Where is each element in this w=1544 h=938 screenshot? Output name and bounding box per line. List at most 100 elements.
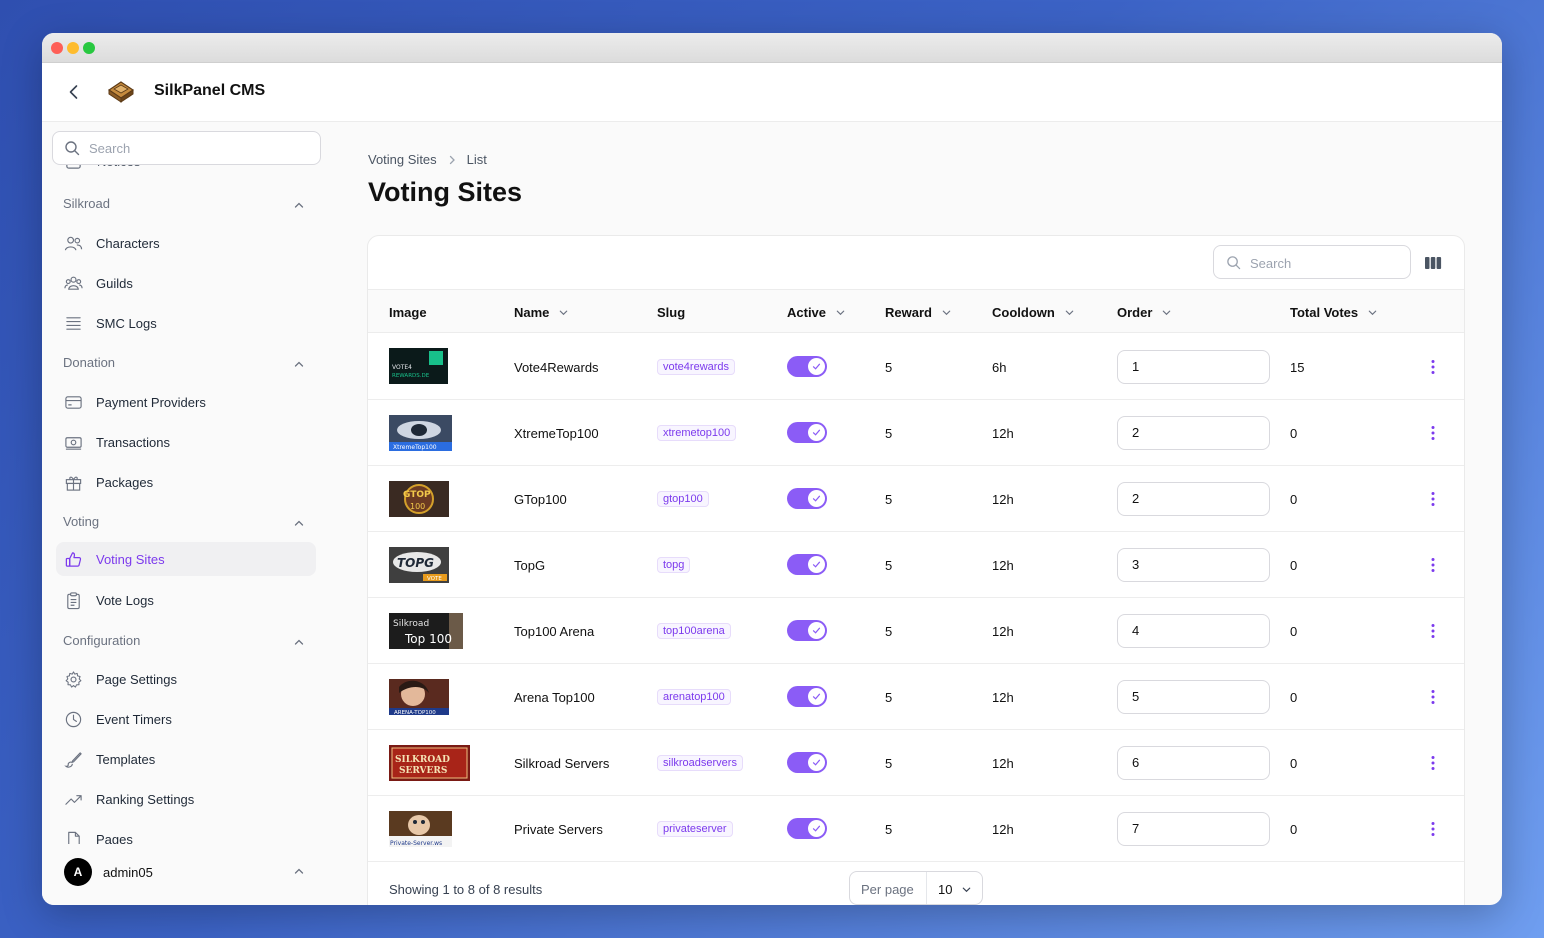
chevron-up-icon[interactable] — [293, 517, 305, 529]
order-input[interactable]: 3 — [1117, 548, 1270, 582]
per-page-select[interactable]: Per page 10 — [849, 871, 983, 905]
table-row: VOTE4 REWARDS.DE Vote4Rewards vote4rewar… — [368, 334, 1464, 400]
maximize-window-button[interactable] — [83, 42, 95, 54]
sidebar-item-smc-logs[interactable]: SMC Logs — [56, 306, 316, 340]
sidebar-item-guilds[interactable]: Guilds — [56, 266, 316, 300]
table-row: Silkroad Top 100 Top100 Arena top100aren… — [368, 598, 1464, 664]
site-slug-badge: arenatop100 — [657, 689, 731, 705]
table-row: ARENA-TOP100 Arena Top100 arenatop100 5 … — [368, 664, 1464, 730]
table-header: Image Name Slug Active Reward Cooldown O… — [368, 289, 1464, 333]
total-votes-value: 0 — [1290, 690, 1298, 705]
check-icon — [812, 825, 821, 832]
check-icon — [812, 429, 821, 436]
table-row: GTOP 100 GTop100 gtop100 5 12h 2 0 — [368, 466, 1464, 532]
trending-icon — [65, 795, 82, 805]
breadcrumb-current: List — [466, 152, 487, 167]
site-name: GTop100 — [514, 492, 567, 507]
more-vertical-icon[interactable] — [1428, 557, 1438, 573]
sidebar-item-label: Pages — [96, 832, 133, 844]
cooldown-value: 12h — [992, 756, 1014, 771]
user-menu[interactable]: A admin05 — [64, 858, 314, 888]
column-header-name[interactable]: Name — [514, 305, 569, 320]
chevron-up-icon[interactable] — [293, 199, 305, 211]
column-label: Slug — [657, 305, 686, 320]
active-toggle[interactable] — [787, 818, 827, 839]
site-image-arenatop100: ARENA-TOP100 — [389, 679, 449, 715]
sidebar-item-event-timers[interactable]: Event Timers — [56, 702, 316, 736]
sidebar-item-page-settings[interactable]: Page Settings — [56, 662, 316, 696]
site-name: Vote4Rewards — [514, 360, 599, 375]
gear-icon — [65, 671, 82, 688]
sidebar-item-payment-providers[interactable]: Payment Providers — [56, 385, 316, 419]
column-header-cooldown[interactable]: Cooldown — [992, 305, 1075, 320]
group-label-donation: Donation — [63, 355, 116, 370]
table-search-input[interactable]: Search — [1213, 245, 1411, 279]
site-name: Silkroad Servers — [514, 756, 610, 771]
more-vertical-icon[interactable] — [1428, 821, 1438, 837]
sidebar-item-transactions[interactable]: Transactions — [56, 425, 316, 459]
credit-card-icon — [65, 396, 82, 409]
reward-value: 5 — [885, 426, 893, 441]
order-input[interactable]: 6 — [1117, 746, 1270, 780]
column-label: Reward — [885, 305, 932, 320]
group-label-silkroad: Silkroad — [63, 196, 110, 211]
column-header-slug: Slug — [657, 305, 685, 320]
sidebar-item-characters[interactable]: Characters — [56, 226, 316, 260]
breadcrumb-parent-link[interactable]: Voting Sites — [368, 152, 437, 167]
column-header-total-votes[interactable]: Total Votes — [1290, 305, 1378, 320]
svg-text:VOTE: VOTE — [427, 576, 442, 582]
sidebar-item-voting-sites[interactable]: Voting Sites — [56, 542, 316, 576]
chevron-left-icon[interactable] — [64, 82, 84, 102]
table-row: XtremeTop100 XtremeTop100 xtremetop100 5… — [368, 400, 1464, 466]
active-toggle[interactable] — [787, 620, 827, 641]
active-toggle[interactable] — [787, 356, 827, 377]
sidebar-item-ranking-settings[interactable]: Ranking Settings — [56, 782, 316, 816]
users-icon — [64, 236, 83, 251]
active-toggle[interactable] — [787, 554, 827, 575]
table-row: TOPG VOTE TopG topg 5 12h 3 0 — [368, 532, 1464, 598]
cooldown-value: 6h — [992, 360, 1007, 375]
check-icon — [812, 363, 821, 370]
total-votes-value: 0 — [1290, 822, 1298, 837]
list-icon — [66, 317, 81, 330]
active-toggle[interactable] — [787, 488, 827, 509]
reward-value: 5 — [885, 558, 893, 573]
more-vertical-icon[interactable] — [1428, 425, 1438, 441]
reward-value: 5 — [885, 492, 893, 507]
svg-text:100: 100 — [410, 502, 425, 511]
sidebar-item-packages[interactable]: Packages — [56, 465, 316, 499]
chevron-up-icon[interactable] — [293, 636, 305, 648]
order-input[interactable]: 7 — [1117, 812, 1270, 846]
active-toggle[interactable] — [787, 752, 827, 773]
active-toggle[interactable] — [787, 686, 827, 707]
more-vertical-icon[interactable] — [1428, 359, 1438, 375]
columns-icon[interactable] — [1423, 253, 1443, 273]
table-footer: Showing 1 to 8 of 8 results Per page 10 — [368, 863, 1464, 905]
more-vertical-icon[interactable] — [1428, 623, 1438, 639]
order-input[interactable]: 4 — [1117, 614, 1270, 648]
chevron-up-icon[interactable] — [293, 865, 305, 877]
column-header-order[interactable]: Order — [1117, 305, 1172, 320]
sidebar-item-pages[interactable]: Pages — [56, 822, 316, 844]
sidebar-search-input[interactable]: Search — [52, 131, 321, 165]
order-input[interactable]: 2 — [1117, 416, 1270, 450]
minimize-window-button[interactable] — [67, 42, 79, 54]
site-image-privateserver: Private-Server.ws — [389, 811, 452, 847]
order-input[interactable]: 2 — [1117, 482, 1270, 516]
sidebar-item-templates[interactable]: Templates — [56, 742, 316, 776]
column-header-active[interactable]: Active — [787, 305, 846, 320]
site-slug-badge: top100arena — [657, 623, 731, 639]
chevron-up-icon[interactable] — [293, 358, 305, 370]
column-header-reward[interactable]: Reward — [885, 305, 952, 320]
more-vertical-icon[interactable] — [1428, 755, 1438, 771]
more-vertical-icon[interactable] — [1428, 689, 1438, 705]
main-content: Voting Sites List Voting Sites Search Im… — [332, 122, 1502, 905]
order-input[interactable]: 5 — [1117, 680, 1270, 714]
active-toggle[interactable] — [787, 422, 827, 443]
sidebar-item-vote-logs[interactable]: Vote Logs — [56, 583, 316, 617]
svg-text:Top 100: Top 100 — [404, 632, 452, 646]
order-input[interactable]: 1 — [1117, 350, 1270, 384]
close-window-button[interactable] — [51, 42, 63, 54]
column-label: Image — [389, 305, 427, 320]
more-vertical-icon[interactable] — [1428, 491, 1438, 507]
